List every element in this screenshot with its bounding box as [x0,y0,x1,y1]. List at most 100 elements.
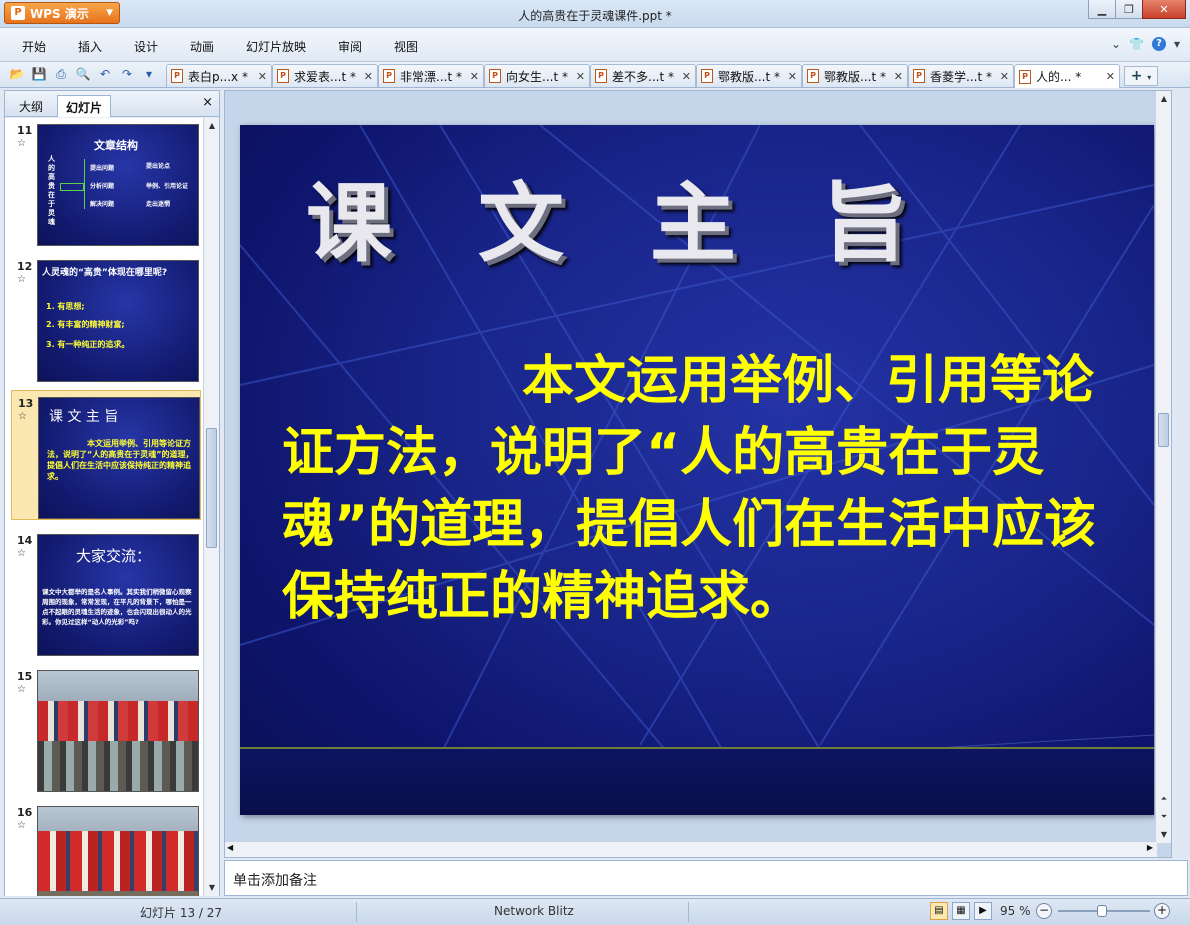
slide-thumbnail-14[interactable]: 14 ☆ 大家交流： 课文中大都举的是名人事例。其实我们稍微留心观察周围的现象，… [11,528,201,656]
menu-home[interactable]: 开始 [22,38,46,55]
undo-icon[interactable]: ↶ [96,65,114,83]
status-divider [688,902,689,922]
slide-thumbnail-12[interactable]: 12 ☆ 人灵魂的“高贵”体现在哪里呢? 1. 有思想; 2. 有丰富的精神财富… [11,254,201,382]
close-panel-icon[interactable]: × [202,95,213,110]
ppt-file-icon: P [489,69,501,83]
slide-number: 13 [18,397,34,410]
close-tab-icon[interactable]: ✕ [1106,70,1115,83]
zoom-slider-knob[interactable] [1097,905,1107,917]
redo-icon[interactable]: ↷ [118,65,136,83]
slides-panel: 大纲 幻灯片 × 11 ☆ 文章结构 人的高贵在于灵魂 提出问题 分析问题 解决… [4,90,220,896]
normal-view-button[interactable]: ▤ [930,902,948,920]
ppt-file-icon: P [171,69,183,83]
tab-outline[interactable]: 大纲 [11,95,51,117]
close-tab-icon[interactable]: ✕ [364,70,373,83]
theme-name: Network Blitz [494,904,574,918]
notes-pane[interactable]: 单击添加备注 [224,860,1188,896]
ppt-file-icon: P [595,69,607,83]
document-tab[interactable]: P 向女生...t * ✕ [484,64,590,87]
slide-number: 14 [17,534,33,547]
slide-photo-preview [37,806,199,896]
slide-number: 11 [17,124,33,137]
slide-sorter-view-button[interactable]: ▦ [952,902,970,920]
crowd-shape [38,701,198,741]
new-tab-button[interactable]: + ▾ [1124,66,1158,86]
scroll-left-icon[interactable]: ◀ [227,843,233,852]
slide-preview: 大家交流： 课文中大都举的是名人事例。其实我们稍微留心观察周围的现象，常常发现，… [37,534,199,656]
menu-insert[interactable]: 插入 [78,38,102,55]
print-icon[interactable]: ⎙ [52,65,70,83]
collapse-ribbon-icon[interactable]: ⌄ [1111,37,1121,51]
menu-review[interactable]: 审阅 [338,38,362,55]
menu-design[interactable]: 设计 [134,38,158,55]
scroll-up-icon[interactable]: ▲ [1156,91,1172,107]
slide-photo-preview [37,670,199,792]
animation-star-icon: ☆ [17,548,26,559]
skin-shirt-icon[interactable]: 👕 [1129,37,1144,51]
save-icon[interactable]: 💾 [30,65,48,83]
document-tab[interactable]: P 求爱表...t * ✕ [272,64,378,87]
zoom-out-button[interactable]: − [1036,903,1052,919]
close-tab-icon[interactable]: ✕ [682,70,691,83]
window-title: 人的高贵在于灵魂课件.ppt * [518,9,672,23]
slide-thumbnail-11[interactable]: 11 ☆ 文章结构 人的高贵在于灵魂 提出问题 分析问题 解决问题 提出论点 举… [11,118,201,246]
editor-horizontal-scrollbar[interactable]: ◀ ▶ [225,841,1157,857]
editor-vertical-scrollbar[interactable]: ▲ ⏶ ⏷ ▼ [1155,91,1171,843]
slide-number: 15 [17,670,33,683]
menu-view[interactable]: 视图 [394,38,418,55]
customize-toolbar-icon[interactable]: ▾ [140,65,158,83]
slide-number: 16 [17,806,33,819]
slide-counter: 幻灯片 13 / 27 [140,906,223,920]
next-slide-icon[interactable]: ⏷ [1156,809,1172,825]
document-tab[interactable]: P 非常漂...t * ✕ [378,64,484,87]
close-tab-icon[interactable]: ✕ [258,70,267,83]
slide-title[interactable]: 课 文 主 旨 [306,153,936,278]
document-tab[interactable]: P 表白p...x * ✕ [166,64,272,87]
ppt-file-icon: P [701,69,713,83]
open-folder-icon[interactable]: 📂 [8,65,26,83]
zoom-level: 95 % [1000,904,1031,918]
slideshow-view-button[interactable]: ▶ [974,902,992,920]
document-tab[interactable]: P 香菱学...t * ✕ [908,64,1014,87]
document-tab[interactable]: P 差不多...t * ✕ [590,64,696,87]
minimize-button[interactable]: ▁ [1088,0,1116,19]
slide-thumbnail-16[interactable]: 16 ☆ [11,800,201,896]
menu-slideshow[interactable]: 幻灯片放映 [246,38,306,55]
status-bar: 幻灯片 13 / 27 Network Blitz ▤ ▦ ▶ 95 % − + [0,898,1190,925]
chevron-down-icon[interactable]: ▾ [1174,37,1180,51]
slide-number: 12 [17,260,33,273]
document-tab-active[interactable]: P 人的... * ✕ [1014,64,1120,88]
close-tab-icon[interactable]: ✕ [470,70,479,83]
close-tab-icon[interactable]: ✕ [1000,70,1009,83]
slide-body-text[interactable]: 本文运用举例、引用等论证方法，说明了“人的高贵在于灵魂”的道理，提倡人们在生活中… [282,345,1122,633]
print-preview-icon[interactable]: 🔍 [74,65,92,83]
close-button[interactable]: ✕ [1142,0,1186,19]
thumbnail-scrollbar[interactable]: ▲ ▼ [203,118,219,896]
scrollbar-thumb[interactable] [206,428,217,548]
slide-editor: 课 文 主 旨 本文运用举例、引用等论证方法，说明了“人的高贵在于灵魂”的道理，… [224,90,1172,858]
animation-star-icon: ☆ [17,274,26,285]
menu-animation[interactable]: 动画 [190,38,214,55]
document-tab[interactable]: P 鄂教版...t * ✕ [696,64,802,87]
animation-star-icon: ☆ [17,138,26,149]
scrollbar-thumb[interactable] [1158,413,1169,447]
slide-thumbnail-15[interactable]: 15 ☆ [11,664,201,792]
animation-star-icon: ☆ [17,820,26,831]
close-tab-icon[interactable]: ✕ [894,70,903,83]
scroll-down-icon[interactable]: ▼ [204,880,220,896]
previous-slide-icon[interactable]: ⏶ [1156,791,1172,807]
close-tab-icon[interactable]: ✕ [788,70,797,83]
scroll-up-icon[interactable]: ▲ [204,118,220,134]
scroll-down-icon[interactable]: ▼ [1156,827,1172,843]
tab-slides[interactable]: 幻灯片 [57,95,112,117]
animation-star-icon: ☆ [18,411,27,422]
maximize-button[interactable]: ❐ [1115,0,1143,19]
zoom-in-button[interactable]: + [1154,903,1170,919]
slide-thumbnail-13[interactable]: 13 ☆ 课 文 主 旨 本文运用举例、引用等论证方法，说明了“人的高贵在于灵魂… [11,390,201,520]
ppt-file-icon: P [277,69,289,83]
scroll-right-icon[interactable]: ▶ [1147,843,1153,852]
close-tab-icon[interactable]: ✕ [576,70,585,83]
current-slide[interactable]: 课 文 主 旨 本文运用举例、引用等论证方法，说明了“人的高贵在于灵魂”的道理，… [240,125,1154,815]
document-tab[interactable]: P 鄂教版...t * ✕ [802,64,908,87]
help-icon[interactable]: ? [1151,37,1166,51]
